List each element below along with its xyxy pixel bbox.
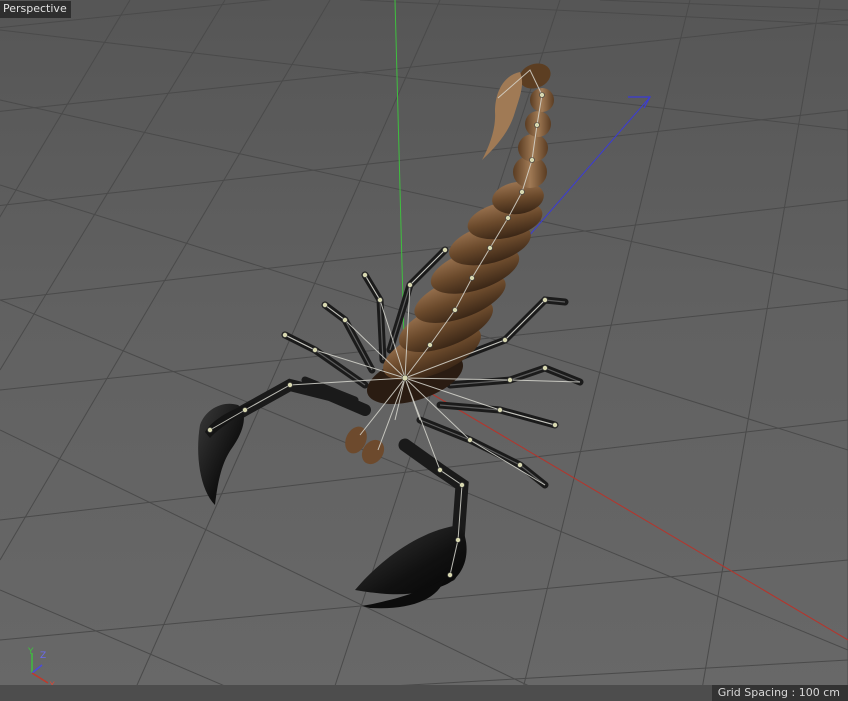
gizmo-z-axis: [31, 664, 43, 674]
scene-canvas[interactable]: [0, 0, 848, 701]
grid-spacing-label: Grid Spacing : 100 cm: [711, 685, 848, 701]
scorpion-model[interactable]: [198, 59, 584, 609]
scorpion-mouthparts: [345, 426, 385, 465]
world-x-axis: [404, 377, 848, 641]
axis-gizmo: Y Z X: [27, 647, 55, 690]
viewport-status-bar: Grid Spacing : 100 cm: [0, 685, 848, 701]
scorpion-tail: [482, 63, 554, 188]
gizmo-x-axis: [31, 672, 49, 684]
viewport[interactable]: Perspective Y Z X Grid Spacing : 100 cm: [0, 0, 848, 701]
gizmo-z-label: Z: [40, 651, 46, 661]
camera-label[interactable]: Perspective: [0, 1, 71, 18]
gizmo-y-label: Y: [27, 647, 34, 657]
